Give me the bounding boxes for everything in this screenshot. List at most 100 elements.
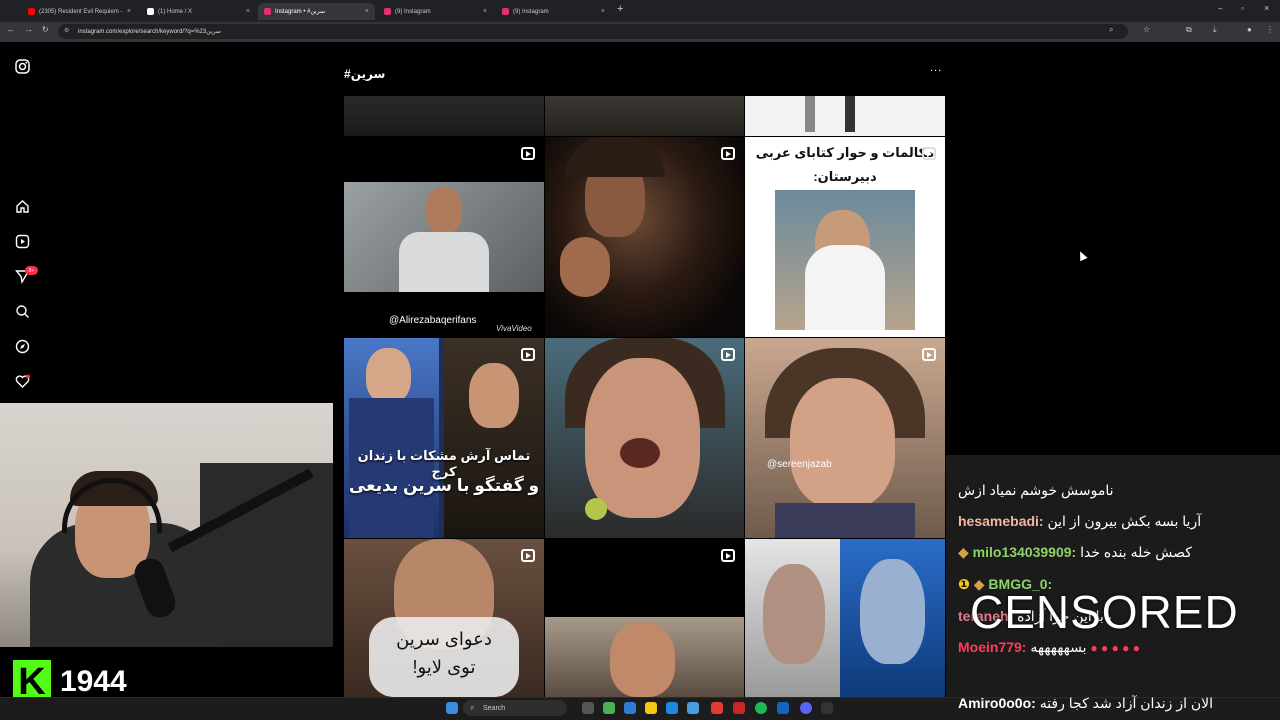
chat-username: Amiro0o0o: — [958, 695, 1036, 711]
browser-tab[interactable]: (9) Instagram × — [496, 3, 611, 20]
address-bar[interactable]: ⚙ instagram.com/explore/search/keyword/?… — [58, 24, 1128, 39]
post-caption: دعوای سرین — [396, 629, 492, 649]
reels-icon — [721, 549, 735, 562]
badge-icon: ◆ — [958, 544, 969, 560]
file-explorer-icon[interactable] — [645, 702, 657, 714]
window-close-button[interactable]: × — [1264, 3, 1269, 13]
bookmark-star-icon[interactable]: ☆ — [1143, 25, 1150, 34]
grid-post[interactable] — [745, 539, 945, 697]
x-logo-icon — [147, 8, 154, 15]
search-icon: ⌕ — [470, 703, 475, 712]
post-caption: دبیرستان: — [813, 169, 877, 184]
messages-badge: 9+ — [25, 266, 38, 275]
instagram-icon — [502, 8, 509, 15]
app-icon[interactable] — [821, 702, 833, 714]
close-icon[interactable]: × — [246, 8, 250, 15]
grid-post[interactable]: @sereenjazab — [745, 338, 945, 538]
grid-post[interactable]: @Alirezabaqerifans VivaVideo — [344, 137, 544, 337]
minimize-button[interactable]: – — [1218, 4, 1222, 13]
forward-icon[interactable]: → — [25, 25, 33, 34]
store-icon[interactable] — [687, 702, 699, 714]
tab-title: (1) Home / X — [158, 8, 193, 15]
close-icon[interactable]: × — [483, 8, 487, 15]
browser-tab[interactable]: (9) Instagram × — [378, 3, 493, 20]
grid-post[interactable]: مکالمات و حوار کتابای عربی دبیرستان: — [745, 137, 945, 337]
reels-icon — [721, 348, 735, 361]
browser-tab[interactable]: (2305) Resident Evil Requiem - × — [22, 3, 137, 20]
grid-post[interactable]: دعوای سرین توی لایو! — [344, 539, 544, 697]
windows-start-icon[interactable] — [446, 702, 458, 714]
tab-title: (2305) Resident Evil Requiem - — [39, 8, 123, 15]
maximize-button[interactable]: ▫ — [1241, 4, 1244, 13]
hashtag-title: #سرین — [344, 67, 386, 81]
chat-text: ناموسش خوشم نمیاد ازش — [958, 482, 1114, 498]
youtube-icon[interactable] — [711, 702, 723, 714]
chat-username: hesamebadi: — [958, 513, 1044, 529]
extensions-icon[interactable]: ⧉ — [1186, 25, 1192, 35]
grid-post[interactable] — [545, 539, 744, 697]
viewer-count: 1944 — [60, 665, 127, 698]
instagram-icon — [264, 8, 271, 15]
site-info-icon[interactable]: ⚙ — [64, 27, 69, 34]
browser-tabstrip: (2305) Resident Evil Requiem - × (1) Hom… — [0, 0, 1280, 22]
profile-icon[interactable]: ● — [1247, 25, 1252, 34]
chat-message: ناموسش خوشم نمیاد ازش — [958, 482, 1272, 499]
edge-icon[interactable] — [666, 702, 678, 714]
reels-icon — [922, 348, 936, 361]
post-caption: و گفتگو با سرین بدیعی — [348, 476, 540, 495]
discord-icon[interactable] — [800, 702, 812, 714]
home-icon[interactable] — [13, 197, 31, 215]
censored-overlay: CENSORED — [970, 586, 1239, 638]
grid-post[interactable]: تماس آرش مشکات با زندان کرج و گفتگو با س… — [344, 338, 544, 538]
spotify-icon[interactable] — [755, 702, 767, 714]
reels-icon[interactable] — [13, 232, 31, 250]
taskbar-search[interactable]: ⌕ Search — [463, 700, 567, 716]
photoshop-icon[interactable] — [777, 702, 789, 714]
more-options-button[interactable]: ... — [930, 62, 942, 74]
grid-post[interactable] — [545, 96, 744, 136]
download-icon[interactable]: ⤓ — [1213, 25, 1217, 35]
reels-icon — [521, 147, 535, 160]
youtube-icon — [28, 8, 35, 15]
post-caption: توی لایو! — [412, 657, 476, 677]
reels-icon — [922, 147, 936, 160]
close-icon[interactable]: × — [601, 8, 605, 15]
chat-text: بسهههههه — [1030, 639, 1087, 655]
chat-text: آریا بسه بکش بیرون از این — [1047, 513, 1202, 529]
task-view-icon[interactable] — [582, 702, 594, 714]
grid-post[interactable] — [344, 96, 544, 136]
instagram-logo-icon[interactable] — [13, 57, 31, 75]
reload-icon[interactable]: ↻ — [42, 25, 49, 34]
browser-tab[interactable]: (1) Home / X × — [141, 3, 256, 20]
back-icon[interactable]: ← — [7, 25, 15, 34]
emote-icon: ● ● ● ● ● — [1090, 641, 1140, 655]
copilot-icon[interactable] — [624, 702, 636, 714]
grid-post[interactable] — [545, 338, 744, 538]
webcam-overlay — [0, 403, 333, 647]
tab-title: (9) Instagram — [513, 8, 549, 15]
search-icon[interactable] — [13, 302, 31, 320]
tab-title: (9) Instagram — [395, 8, 431, 15]
new-tab-button[interactable]: + — [617, 3, 623, 15]
zoom-icon[interactable]: ⌕ — [1109, 25, 1113, 35]
notifications-heart-icon[interactable] — [13, 372, 31, 390]
post-watermark: VivaVideo — [496, 324, 532, 333]
post-caption: مکالمات و حوار کتابای عربی — [755, 145, 935, 160]
post-handle-text: @sereenjazab — [767, 459, 832, 470]
menu-kebab-icon[interactable]: ⋮ — [1266, 25, 1274, 34]
grid-post[interactable] — [545, 137, 744, 337]
explore-compass-icon[interactable] — [13, 337, 31, 355]
grid-post[interactable] — [745, 96, 945, 136]
chat-text: الان از زندان آزاد شد کجا رفته — [1039, 695, 1214, 711]
close-icon[interactable]: × — [127, 8, 131, 15]
subscriber-badge-icon: ❶ — [958, 576, 970, 592]
chat-message: ◆ milo134039909: کصش خله بنده خدا — [958, 544, 1272, 561]
url-text: instagram.com/explore/search/keyword/?q=… — [78, 29, 221, 35]
chrome-icon[interactable] — [603, 702, 615, 714]
browser-tab-active[interactable]: Instagram • #سرین × — [258, 3, 375, 20]
stream-chat: ناموسش خوشم نمیاد ازش hesamebadi: آریا ب… — [946, 455, 1280, 697]
app-icon[interactable] — [733, 702, 745, 714]
close-icon[interactable]: × — [365, 8, 369, 15]
search-placeholder: Search — [483, 704, 506, 712]
reels-icon — [521, 348, 535, 361]
